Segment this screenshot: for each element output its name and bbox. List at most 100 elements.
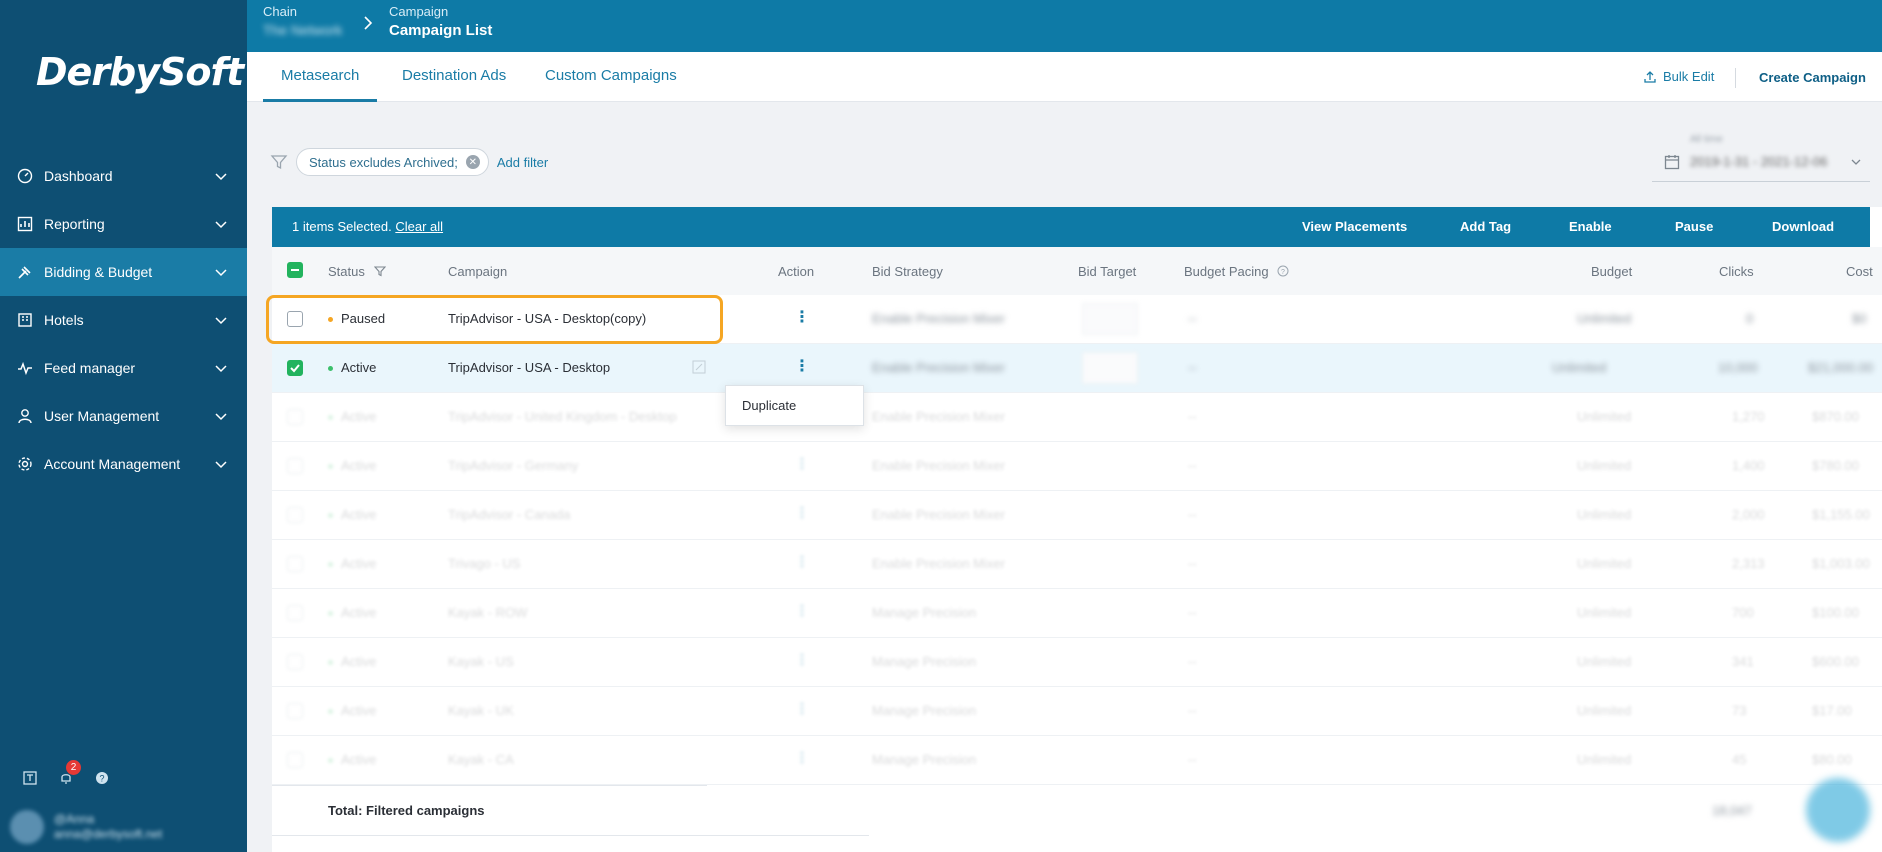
campaign-name[interactable]: TripAdvisor - United Kingdom - Desktop [448,409,677,424]
add-filter-link[interactable]: Add filter [497,155,548,170]
sidebar-item-account-management[interactable]: Account Management [0,440,247,488]
row-checkbox[interactable] [287,556,303,572]
bid-strategy: Enable Precision Mixer [872,360,1005,375]
row-checkbox[interactable] [287,507,303,523]
enable-button[interactable]: Enable [1569,219,1612,234]
row-checkbox[interactable] [287,458,303,474]
table-row[interactable]: Active TripAdvisor - Canada ⋮ Enable Pre… [272,491,1882,540]
bulk-edit-button[interactable]: Bulk Edit [1643,69,1714,84]
chat-support-icon[interactable] [1806,778,1870,842]
close-icon[interactable]: ✕ [465,155,480,169]
bid-target-input[interactable] [1082,303,1138,335]
column-clicks[interactable]: Clicks [1719,264,1754,279]
clear-all-link[interactable]: Clear all [395,219,443,234]
budget-pacing: -- [1188,556,1197,571]
table-row[interactable]: Paused TripAdvisor - USA - Desktop(copy)… [272,295,1882,344]
more-actions-icon[interactable]: ⋮ [792,699,812,721]
more-actions-icon[interactable]: ⋮ [792,552,812,574]
sidebar-item-user-management[interactable]: User Management [0,392,247,440]
tab-custom-campaigns[interactable]: Custom Campaigns [545,52,677,102]
create-campaign-button[interactable]: Create Campaign [1759,70,1866,85]
column-budget-pacing[interactable]: Budget Pacing ? [1184,264,1289,279]
clicks: 341 [1732,654,1754,669]
row-checkbox[interactable] [287,752,303,768]
row-checkbox[interactable] [287,311,303,327]
campaign-name[interactable]: TripAdvisor - Canada [448,507,570,522]
help-icon[interactable]: ? [94,770,110,786]
more-actions-icon[interactable]: ⋮ [792,307,812,329]
column-bid-target[interactable]: Bid Target [1078,264,1136,279]
cost: $17.00 [1812,703,1852,718]
sidebar-item-hotels[interactable]: Hotels [0,296,247,344]
more-actions-icon[interactable]: ⋮ [792,356,812,378]
filter-chip[interactable]: Status excludes Archived; ✕ [296,148,489,176]
campaign-name[interactable]: Kayak - CA [448,752,514,767]
table-row[interactable]: Active TripAdvisor - Germany ⋮ Enable Pr… [272,442,1882,491]
more-actions-icon[interactable]: ⋮ [792,650,812,672]
edit-icon[interactable] [692,360,706,374]
column-bid-strategy[interactable]: Bid Strategy [872,264,943,279]
table-row[interactable]: Active Kayak - CA ⋮ Manage Precision -- … [272,736,1882,785]
campaign-name[interactable]: Kayak - UK [448,703,514,718]
campaign-name[interactable]: Kayak - US [448,654,514,669]
bulk-action-bar: 1 items Selected. Clear all View Placeme… [272,207,1870,247]
more-actions-icon[interactable]: ⋮ [792,748,812,770]
campaign-name[interactable]: Trivago - US [448,556,520,571]
upload-icon [1644,70,1656,83]
row-checkbox[interactable] [287,654,303,670]
derbysoft-logo[interactable]: DerbySoft [36,50,244,94]
chevron-down-icon [215,221,227,229]
campaign-name[interactable]: TripAdvisor - USA - Desktop [448,360,610,375]
filter-icon[interactable] [270,153,288,171]
sidebar-item-bidding-budget[interactable]: Bidding & Budget [0,248,247,296]
bidding-icon [16,263,34,281]
user-profile[interactable]: @Anna anna@derbysoft.net [10,810,162,844]
row-checkbox[interactable] [287,605,303,621]
row-checkbox[interactable] [287,409,303,425]
sidebar-item-reporting[interactable]: Reporting [0,200,247,248]
bid-target-input[interactable] [1082,352,1138,384]
table-row[interactable]: Active TripAdvisor - United Kingdom - De… [272,393,1882,442]
add-tag-button[interactable]: Add Tag [1460,219,1511,234]
more-actions-icon[interactable]: ⋮ [792,454,812,476]
campaign-name[interactable]: TripAdvisor - USA - Desktop(copy) [448,311,646,326]
clicks: 0 [1746,311,1754,326]
table-row[interactable]: Active TripAdvisor - USA - Desktop ⋮ Ena… [272,344,1882,393]
tab-metasearch[interactable]: Metasearch [263,52,378,102]
column-status[interactable]: Status [328,264,387,279]
column-budget[interactable]: Budget [1591,264,1632,279]
selection-summary: 1 items Selected. Clear all [292,219,443,234]
row-checkbox[interactable] [287,360,303,376]
tabs-bar: Metasearch Destination Ads Custom Campai… [247,52,1882,102]
breadcrumb-chain[interactable]: Chain The Network [263,4,342,38]
campaign-name[interactable]: TripAdvisor - Germany [448,458,578,473]
info-icon[interactable]: ? [1277,265,1289,277]
column-campaign[interactable]: Campaign [448,264,507,279]
campaign-name[interactable]: Kayak - ROW [448,605,527,620]
sidebar-item-dashboard[interactable]: Dashboard [0,152,247,200]
duplicate-menu-item[interactable]: Duplicate [742,398,796,413]
translate-icon[interactable] [22,770,38,786]
more-actions-icon[interactable]: ⋮ [792,503,812,525]
table-row[interactable]: Active Kayak - UK ⋮ Manage Precision -- … [272,687,1882,736]
row-checkbox[interactable] [287,703,303,719]
notification-bell-icon[interactable]: 2 [58,760,81,786]
breadcrumb-label: Chain [263,4,297,19]
bulk-edit-label: Bulk Edit [1663,69,1715,84]
bid-strategy: Enable Precision Mixer [872,556,1005,571]
table-row[interactable]: Active Kayak - ROW ⋮ Manage Precision --… [272,589,1882,638]
status-cell: Active [328,752,376,767]
view-placements-button[interactable]: View Placements [1302,219,1407,234]
tab-destination-ads[interactable]: Destination Ads [402,52,506,102]
table-row[interactable]: Active Trivago - US ⋮ Enable Precision M… [272,540,1882,589]
download-button[interactable]: Download [1772,219,1834,234]
more-actions-icon[interactable]: ⋮ [792,601,812,623]
column-action: Action [778,264,815,279]
table-row[interactable]: Active Kayak - US ⋮ Manage Precision -- … [272,638,1882,687]
filter-icon[interactable] [374,265,387,277]
sidebar-item-feed-manager[interactable]: Feed manager [0,344,247,392]
column-cost[interactable]: Cost [1846,264,1873,279]
pause-button[interactable]: Pause [1675,219,1713,234]
date-range-picker[interactable]: All time 2019-1-31 - 2021-12-06 [1652,130,1870,182]
select-all-checkbox[interactable] [287,262,303,278]
